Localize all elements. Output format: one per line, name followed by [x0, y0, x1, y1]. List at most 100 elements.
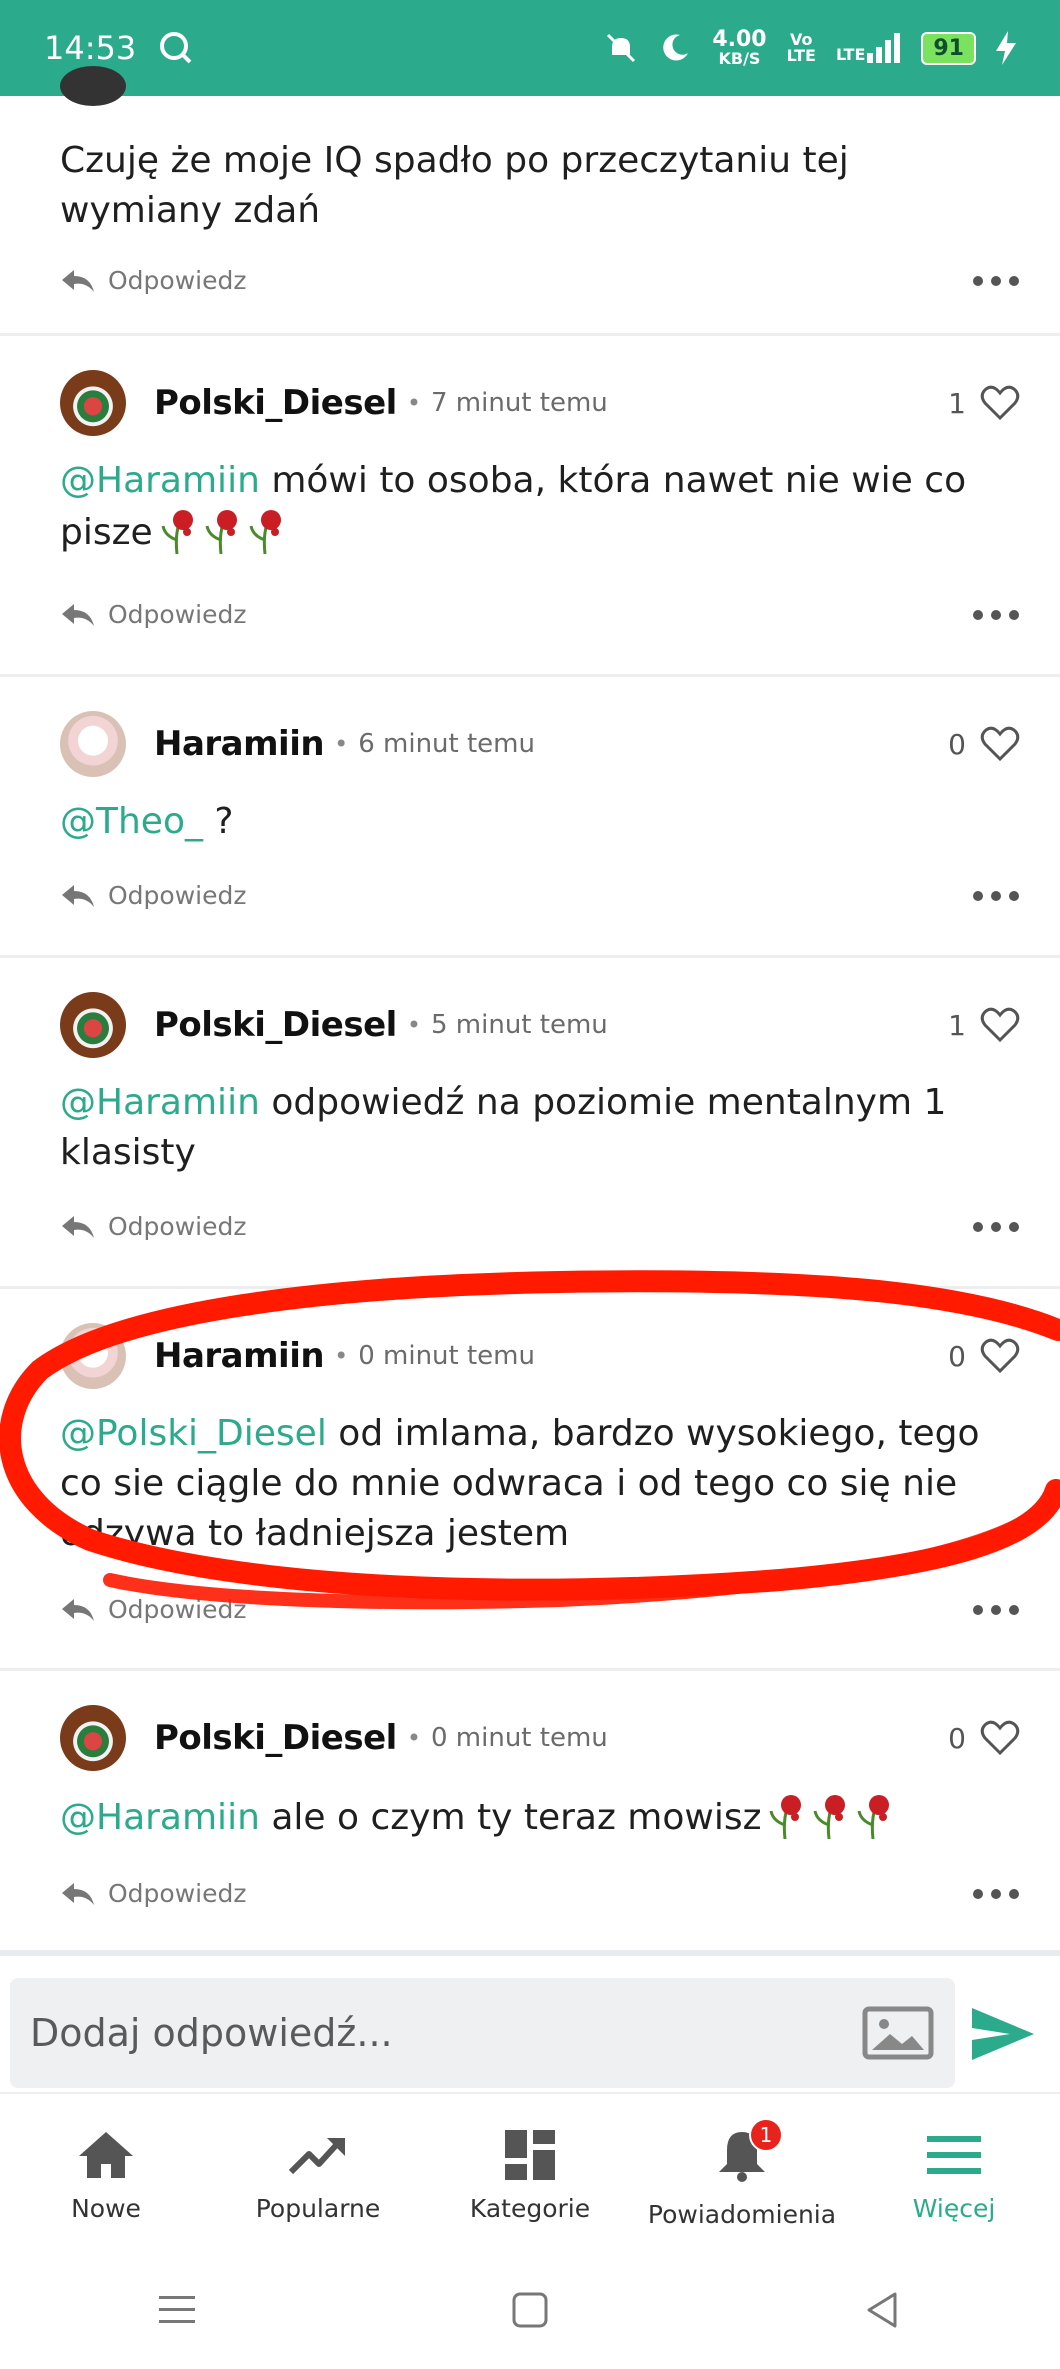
comment-item: Polski_Diesel • 7 minut temu 1 @Haramiin… [0, 336, 1060, 677]
wilted-rose-icon [770, 1795, 802, 1839]
reply-button[interactable]: Odpowiedz [60, 881, 246, 910]
status-time: 14:53 [44, 29, 137, 67]
moon-icon [663, 34, 689, 61]
username[interactable]: Haramiin [154, 1336, 325, 1376]
like-control[interactable]: 0 [948, 726, 1020, 762]
comment-item: Czuję że moje IQ spadło po przeczytaniu … [0, 66, 1060, 336]
username[interactable]: Polski_Diesel [154, 1718, 397, 1758]
signal-indicator: LTE [836, 33, 901, 63]
avatar [60, 66, 126, 106]
reply-button[interactable]: Odpowiedz [60, 266, 246, 295]
nav-label: Nowe [71, 2194, 141, 2223]
reply-button[interactable]: Odpowiedz [60, 1879, 246, 1908]
reply-input[interactable] [10, 1978, 955, 2088]
avatar[interactable] [60, 1323, 126, 1389]
timestamp: 7 minut temu [430, 388, 608, 418]
heart-icon[interactable] [980, 726, 1020, 762]
wilted-rose-icon [161, 510, 193, 554]
like-count: 0 [948, 1339, 966, 1373]
more-options-icon[interactable] [972, 609, 1020, 621]
reply-icon [62, 603, 94, 626]
comment-item: Haramiin • 0 minut temu 0 @Polski_Diesel… [0, 1289, 1060, 1671]
status-bar: 14:53 4.00 KB/S Vo LTE LTE 91 [0, 0, 1060, 96]
trending-icon [288, 2138, 345, 2175]
more-options-icon[interactable] [972, 1604, 1020, 1616]
reply-icon [62, 1882, 94, 1905]
avatar[interactable] [60, 992, 126, 1058]
image-attach-icon[interactable] [862, 2006, 934, 2060]
timestamp: 6 minut temu [358, 729, 535, 759]
avatar[interactable] [60, 370, 126, 436]
mention-link[interactable]: @Theo_ [60, 801, 203, 842]
like-control[interactable]: 0 [948, 1338, 1020, 1374]
more-options-icon[interactable] [972, 1888, 1020, 1900]
avatar[interactable] [60, 1705, 126, 1771]
wilted-rose-icon [249, 510, 281, 554]
comment-text: @Polski_Diesel od imlama, bardzo wysokie… [60, 1413, 980, 1554]
mute-icon [607, 33, 636, 63]
home-button-icon[interactable] [506, 2288, 554, 2332]
like-count: 1 [948, 386, 966, 420]
back-icon[interactable] [859, 2288, 907, 2332]
separator-dot: • [406, 389, 421, 417]
comment-feed: Czuję że moje IQ spadło po przeczytaniu … [0, 66, 1060, 1956]
send-icon[interactable] [970, 2006, 1036, 2062]
like-control[interactable]: 1 [948, 1007, 1020, 1043]
nav-item-nowe[interactable]: Nowe [6, 2094, 206, 2223]
heart-icon[interactable] [980, 1720, 1020, 1756]
mention-link[interactable]: @Haramiin [60, 1082, 260, 1123]
nav-item-wiecej[interactable]: Więcej [854, 2094, 1054, 2223]
nav-label: Powiadomienia [647, 2200, 837, 2229]
username[interactable]: Haramiin [154, 724, 325, 764]
separator-dot: • [334, 1342, 349, 1370]
menu-icon [927, 2136, 981, 2174]
mention-link[interactable]: @Haramiin [60, 1797, 260, 1838]
comment-text: @Haramiin odpowiedź na poziomie mentalny… [60, 1082, 947, 1173]
timestamp: 0 minut temu [430, 1723, 608, 1753]
comment-text: Czuję że moje IQ spadło po przeczytaniu … [60, 140, 849, 231]
more-options-icon[interactable] [972, 1221, 1020, 1233]
username[interactable]: Polski_Diesel [154, 1005, 397, 1045]
nav-label: Kategorie [469, 2194, 591, 2223]
more-options-icon[interactable] [972, 275, 1020, 287]
heart-icon[interactable] [980, 385, 1020, 421]
wilted-rose-icon [858, 1795, 890, 1839]
heart-icon[interactable] [980, 1338, 1020, 1374]
mention-link[interactable]: @Haramiin [60, 460, 260, 501]
reply-bar [0, 1950, 1060, 2090]
system-navigation-bar [0, 2250, 1060, 2369]
nav-item-kategorie[interactable]: Kategorie [430, 2094, 630, 2223]
signal-icon [867, 33, 901, 63]
like-count: 0 [948, 727, 966, 761]
reply-icon [62, 1215, 94, 1238]
wilted-rose-icon [814, 1795, 846, 1839]
avatar[interactable] [60, 711, 126, 777]
wilted-rose-icon [205, 510, 237, 554]
username[interactable]: Polski_Diesel [154, 383, 397, 423]
reply-icon [62, 269, 94, 292]
separator-dot: • [406, 1011, 421, 1039]
charging-icon [996, 31, 1016, 65]
heart-icon[interactable] [980, 1007, 1020, 1043]
search-notification-icon [160, 32, 192, 64]
like-control[interactable]: 0 [948, 1720, 1020, 1756]
home-icon [79, 2132, 133, 2178]
comment-item: Polski_Diesel • 5 minut temu 1 @Haramiin… [0, 958, 1060, 1289]
like-count: 1 [948, 1008, 966, 1042]
reply-icon [62, 884, 94, 907]
reply-button[interactable]: Odpowiedz [60, 1212, 246, 1241]
like-control[interactable]: 1 [948, 385, 1020, 421]
battery-level: 91 [921, 31, 976, 65]
mention-link[interactable]: @Polski_Diesel [60, 1413, 327, 1454]
separator-dot: • [406, 1724, 421, 1752]
nav-item-powiadomienia[interactable]: 1 Powiadomienia [642, 2094, 842, 2229]
reply-button[interactable]: Odpowiedz [60, 600, 246, 629]
network-speed: 4.00 KB/S [712, 27, 767, 68]
more-options-icon[interactable] [972, 890, 1020, 902]
nav-item-popularne[interactable]: Popularne [218, 2094, 418, 2223]
recent-apps-icon[interactable] [153, 2288, 201, 2332]
comment-item: Haramiin • 6 minut temu 0 @Theo_ ? Odpow… [0, 677, 1060, 958]
nav-label: Więcej [912, 2194, 996, 2223]
reply-button[interactable]: Odpowiedz [60, 1595, 246, 1624]
reply-icon [62, 1598, 94, 1621]
